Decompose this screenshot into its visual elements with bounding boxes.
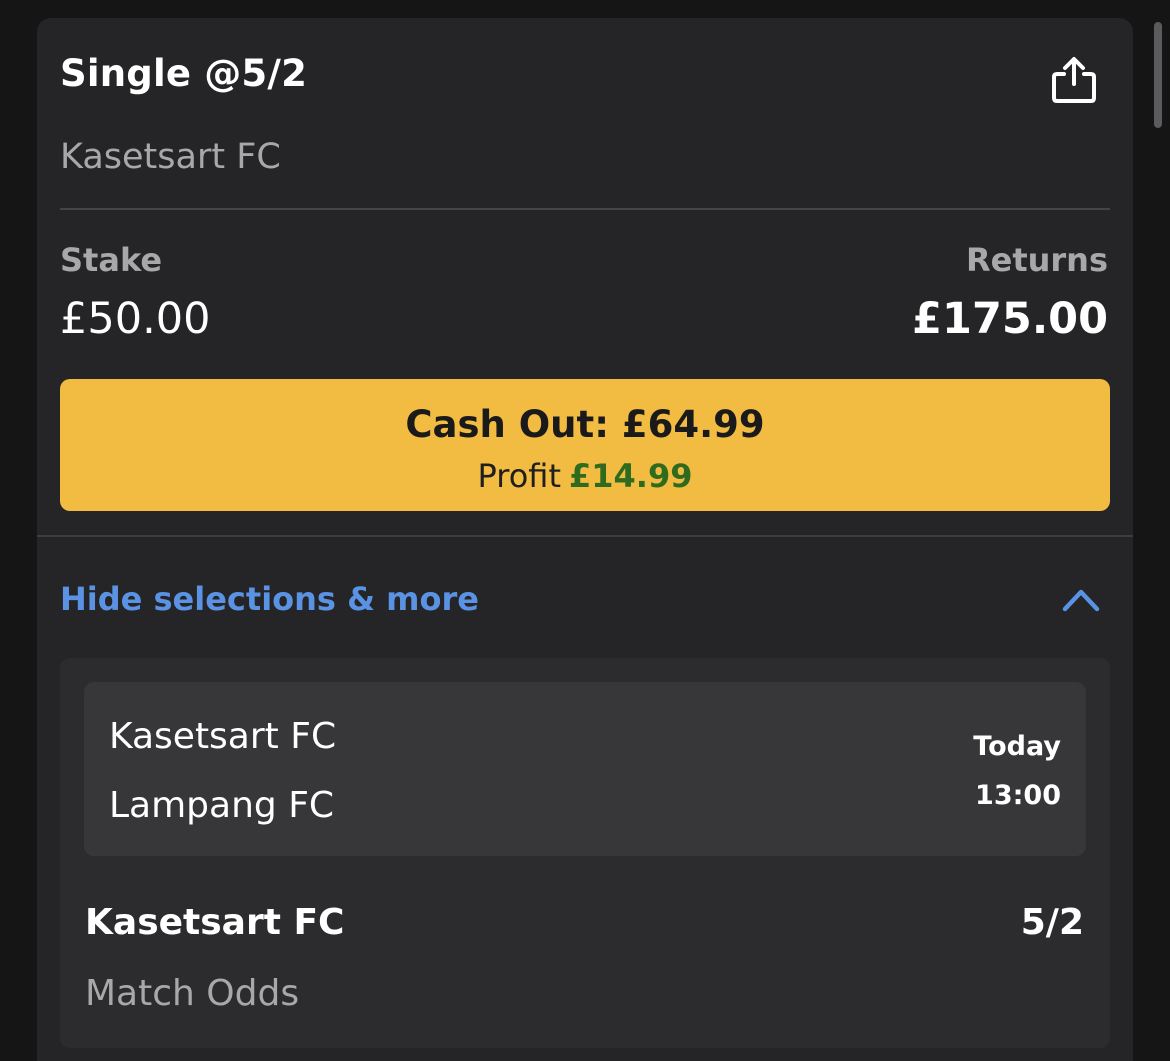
away-team: Lampang FC (109, 785, 335, 826)
stake-label: Stake (60, 241, 163, 279)
event-day: Today (973, 731, 1061, 762)
returns-value: £175.00 (912, 294, 1108, 344)
event-time: 13:00 (975, 780, 1061, 811)
hide-selections-link[interactable]: Hide selections & more (60, 580, 479, 618)
share-icon (1052, 57, 1096, 103)
scrollbar-thumb[interactable] (1154, 22, 1162, 128)
event-box[interactable] (84, 682, 1086, 856)
bet-title: Single @5/2 (60, 52, 308, 95)
chevron-up-icon[interactable] (1060, 582, 1102, 616)
section-divider (37, 535, 1133, 537)
profit-value: £14.99 (568, 457, 693, 495)
share-button[interactable] (1044, 50, 1104, 110)
cash-out-label: Cash Out: £64.99 (405, 403, 765, 446)
cash-out-profit: Profit £14.99 (60, 457, 1110, 495)
home-team: Kasetsart FC (109, 716, 337, 757)
stake-value: £50.00 (60, 294, 211, 344)
bet-selection-subtitle: Kasetsart FC (60, 137, 281, 177)
profit-label: Profit (477, 457, 561, 495)
cash-out-button[interactable]: Cash Out: £64.99 Profit £14.99 (60, 379, 1110, 511)
bet-page: Single @5/2 Kasetsart FC Stake Returns £… (0, 0, 1170, 1061)
selection-odds: 5/2 (1020, 902, 1084, 943)
divider (60, 208, 1110, 210)
market-name: Match Odds (85, 973, 300, 1014)
selection-name: Kasetsart FC (85, 902, 345, 943)
returns-label: Returns (965, 241, 1108, 279)
scrollbar-track[interactable] (1150, 0, 1170, 1061)
